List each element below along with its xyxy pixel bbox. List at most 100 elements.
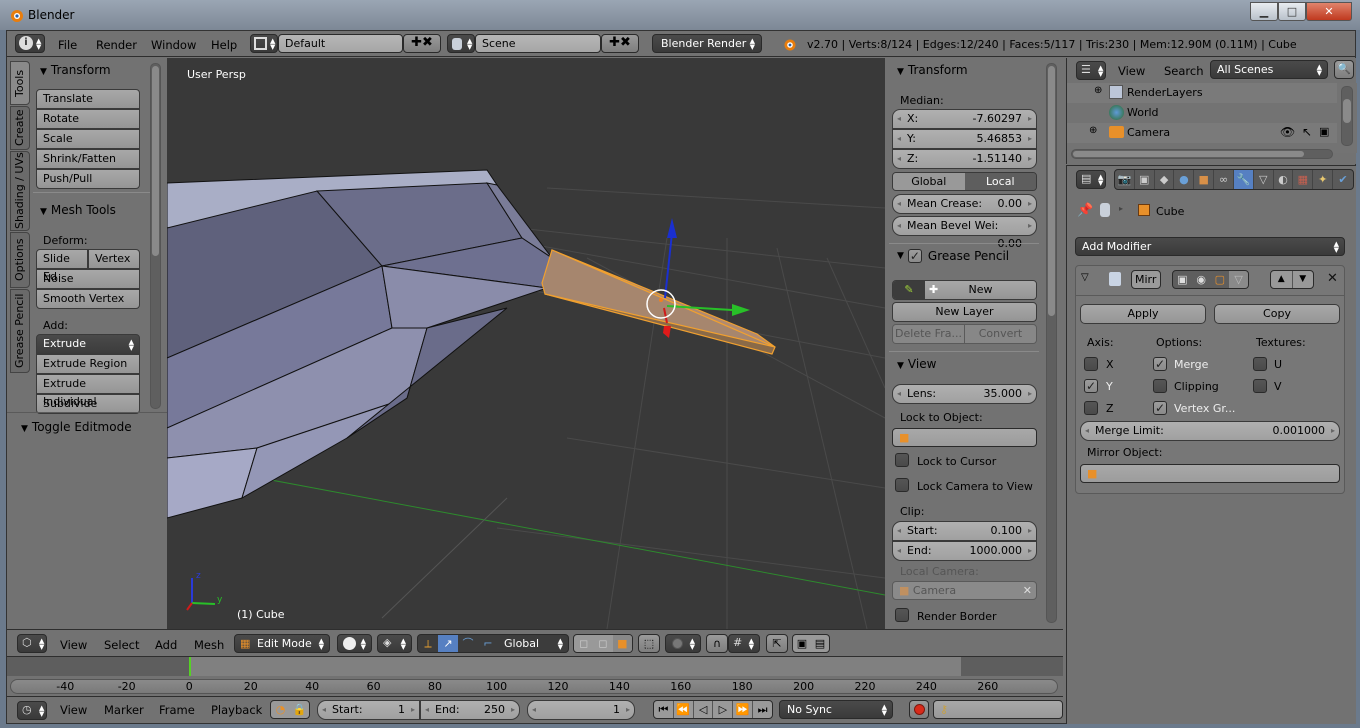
clip-end-field[interactable]: End: 1000.000	[892, 541, 1037, 561]
scene-selector[interactable]: ▲ ▼	[447, 34, 475, 53]
menu-render[interactable]: Render	[96, 38, 137, 52]
transform-panel-header[interactable]: ▼ Transform	[897, 63, 968, 77]
render-border-label[interactable]: Render Border	[917, 610, 997, 623]
cage-toggle-icon[interactable]: ▽	[1229, 271, 1248, 288]
axis-z-checkbox[interactable]	[1084, 401, 1098, 415]
merge-label[interactable]: Merge	[1174, 358, 1208, 371]
z-arrow-icon[interactable]	[667, 218, 677, 238]
current-frame-field[interactable]: 1	[527, 700, 635, 720]
tab-grease-pencil[interactable]: Grease Pencil	[10, 289, 30, 373]
lock-to-cursor-checkbox[interactable]	[895, 453, 909, 467]
maximize-button[interactable]: □	[1278, 2, 1306, 21]
play-icon[interactable]: ▷	[713, 701, 734, 718]
mean-bevel-weight-field[interactable]: Mean Bevel Wei:0.00	[892, 216, 1037, 250]
object-tab-icon[interactable]: ■	[1194, 170, 1215, 189]
delete-scene-icon[interactable]: ✖	[620, 35, 631, 50]
move-up-icon[interactable]: ▲	[1271, 271, 1293, 288]
lock-icon[interactable]: 🔒	[290, 701, 309, 718]
tab-tools[interactable]: Tools	[10, 61, 30, 105]
pivot-point-dropdown[interactable]: ◈ ▲ ▼	[377, 634, 412, 653]
merge-checkbox[interactable]	[1153, 357, 1167, 371]
mirror-object-field[interactable]: ■	[1080, 464, 1340, 483]
lock-object-field[interactable]: ■	[892, 428, 1037, 447]
timeline-editor-type[interactable]: ◷ ▲ ▼	[17, 701, 47, 720]
translate-button[interactable]: Translate	[36, 89, 140, 109]
vertex-groups-label[interactable]: Vertex Gr...	[1174, 402, 1235, 415]
copy-button[interactable]: Copy	[1214, 304, 1340, 324]
scene-tab-icon[interactable]: ◆	[1155, 170, 1175, 189]
scrollbar-thumb[interactable]	[152, 66, 159, 256]
outliner-menu-view[interactable]: View	[1118, 64, 1145, 78]
add-screen-icon[interactable]: ✚	[411, 35, 422, 50]
add-modifier-dropdown[interactable]: Add Modifier ▲ ▼	[1075, 237, 1345, 256]
vertex-select-icon[interactable]: ◻	[574, 635, 593, 652]
timeline-menu-frame[interactable]: Frame	[159, 703, 195, 717]
median-z-field[interactable]: Z: -1.51140	[892, 149, 1037, 169]
3dview-editor-type[interactable]: ⬡ ▲ ▼	[17, 634, 47, 653]
local-space-button[interactable]: Local	[964, 173, 1036, 190]
vertex-groups-checkbox[interactable]	[1153, 401, 1167, 415]
menu-file[interactable]: File	[58, 38, 77, 52]
opengl-render-animation-icon[interactable]: ▤	[811, 635, 829, 652]
lock-camera-to-view-checkbox[interactable]	[895, 478, 909, 492]
3dview-menu-mesh[interactable]: Mesh	[194, 638, 224, 652]
view-panel-header[interactable]: ▼ View	[897, 357, 936, 371]
timeline-menu-playback[interactable]: Playback	[211, 703, 262, 717]
tab-shading-uvs[interactable]: Shading / UVs	[10, 151, 30, 231]
global-space-button[interactable]: Global	[893, 173, 965, 190]
outliner-menu-search[interactable]: Search	[1164, 64, 1204, 78]
extrude-region-button[interactable]: Extrude Region	[36, 354, 140, 374]
subdivide-button[interactable]: Subdivide	[36, 394, 140, 414]
outliner-item-world[interactable]: World	[1127, 106, 1159, 119]
mean-crease-field[interactable]: Mean Crease: 0.00	[892, 194, 1037, 214]
screen-layout-name[interactable]: Default	[278, 34, 403, 53]
outliner-vscrollbar[interactable]	[1341, 86, 1353, 146]
texture-tab-icon[interactable]: ▦	[1293, 170, 1314, 189]
texture-u-label[interactable]: U	[1274, 358, 1282, 371]
extrude-dropdown[interactable]: Extrude ▲ ▼	[36, 334, 140, 354]
tab-options[interactable]: Options	[10, 232, 30, 288]
jump-to-next-keyframe-icon[interactable]: ⏩	[733, 701, 754, 718]
opengl-render-image-icon[interactable]: ▣	[793, 635, 811, 652]
limit-selection-button[interactable]: ⬚	[638, 634, 660, 653]
tab-create[interactable]: Create	[10, 106, 30, 150]
convert-button[interactable]: Convert	[965, 325, 1036, 343]
pencil-icon[interactable]: ✎	[893, 281, 925, 299]
scale-button[interactable]: Scale	[36, 129, 140, 149]
clear-icon[interactable]: ✕	[1023, 582, 1032, 599]
viewport-shading-dropdown[interactable]: ▲ ▼	[337, 634, 372, 653]
scrollbar-thumb[interactable]	[1048, 66, 1055, 316]
mode-dropdown[interactable]: ▦ Edit Mode ▲ ▼	[234, 634, 330, 653]
constraints-tab-icon[interactable]: ∞	[1214, 170, 1234, 189]
shrink-fatten-button[interactable]: Shrink/Fatten	[36, 149, 140, 169]
edge-select-icon[interactable]: ◻	[593, 635, 612, 652]
end-frame-field[interactable]: End: 250	[420, 700, 520, 720]
sync-mode-dropdown[interactable]: No Sync ▲ ▼	[779, 700, 893, 719]
modifiers-tab-icon[interactable]: 🔧	[1233, 170, 1254, 189]
rotate-button[interactable]: Rotate	[36, 109, 140, 129]
menu-help[interactable]: Help	[211, 38, 237, 52]
texture-v-label[interactable]: V	[1274, 380, 1282, 393]
jump-to-end-icon[interactable]: ⏭	[753, 701, 772, 718]
transform-panel-header[interactable]: ▼ Transform	[40, 63, 111, 77]
render-toggle-icon[interactable]: ▣	[1173, 271, 1192, 288]
extrude-individual-button[interactable]: Extrude Individual	[36, 374, 140, 408]
jump-to-start-icon[interactable]: ⏮	[654, 701, 674, 718]
modifier-name-field[interactable]: Mirr	[1131, 270, 1161, 289]
clipping-checkbox[interactable]	[1153, 379, 1167, 393]
menu-window[interactable]: Window	[151, 38, 196, 52]
minimize-button[interactable]: ▁	[1250, 2, 1278, 21]
median-y-field[interactable]: Y: 5.46853	[892, 129, 1037, 149]
collapse-triangle-icon[interactable]: ▽	[1081, 272, 1089, 283]
lens-field[interactable]: Lens: 35.000	[892, 384, 1037, 404]
editmode-toggle-icon[interactable]: ▢	[1211, 271, 1230, 288]
start-frame-field[interactable]: Start: 1	[317, 700, 420, 720]
smooth-vertex-button[interactable]: Smooth Vertex	[36, 289, 140, 309]
push-pull-button[interactable]: Push/Pull	[36, 169, 140, 189]
outliner-item-camera[interactable]: Camera	[1127, 126, 1170, 139]
lock-to-cursor-label[interactable]: Lock to Cursor	[917, 455, 996, 468]
outliner-display-mode[interactable]: All Scenes ▲ ▼	[1210, 60, 1328, 79]
selectability-cursor-icon[interactable]: ↖	[1302, 125, 1312, 139]
physics-tab-icon[interactable]: ✔	[1333, 170, 1353, 189]
3d-viewport[interactable]: User Persp z y (1) Cube	[167, 58, 885, 629]
